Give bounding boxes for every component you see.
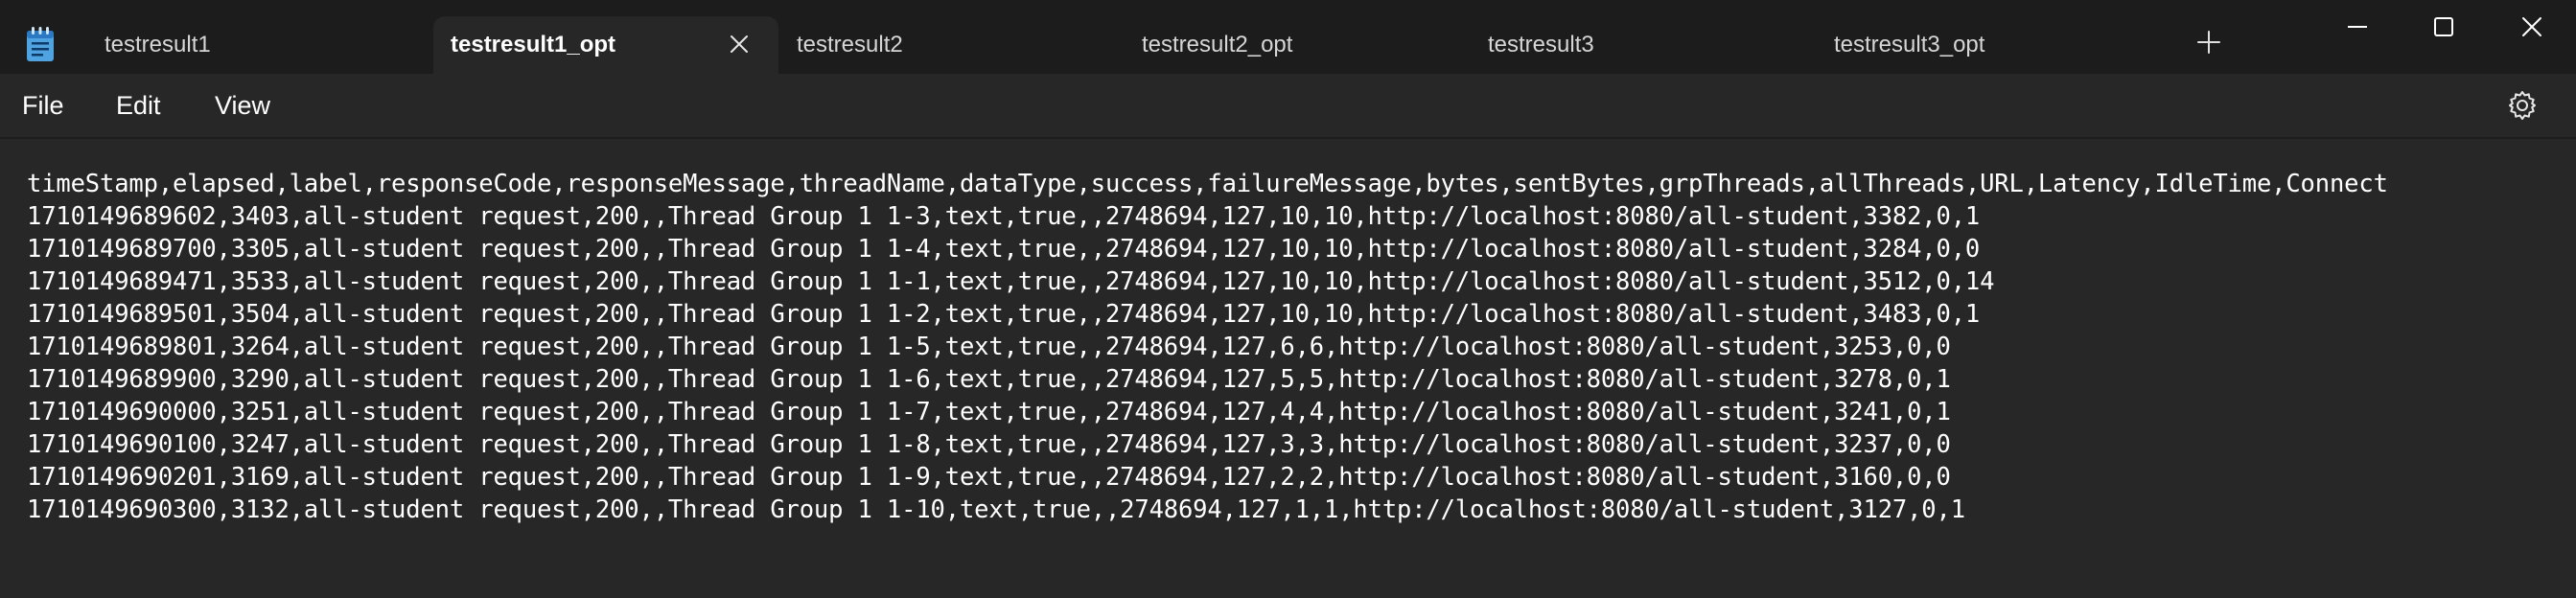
tab-testresult2-opt[interactable]: testresult2_opt [1126, 16, 1471, 74]
menu-bar: File Edit View [0, 74, 2576, 139]
minimize-icon[interactable] [2340, 10, 2375, 44]
close-icon[interactable] [727, 32, 752, 57]
menu-view[interactable]: View [215, 91, 270, 121]
close-icon[interactable] [2515, 10, 2549, 44]
notepad-window: testresult1 testresult1_opt testresult2 … [0, 0, 2576, 598]
tab-testresult1[interactable]: testresult1 [88, 16, 433, 74]
csv-data-line: 1710149689602,3403,all-student request,2… [27, 202, 1981, 231]
menu-file[interactable]: File [22, 91, 64, 121]
tab-label: testresult1 [104, 32, 211, 58]
csv-header-line: timeStamp,elapsed,label,responseCode,res… [27, 170, 2388, 198]
plus-icon[interactable] [2195, 29, 2222, 56]
notepad-icon [27, 27, 54, 61]
csv-data-line: 1710149689501,3504,all-student request,2… [27, 300, 1981, 329]
tab-label: testresult3 [1488, 32, 1594, 58]
document-lines: timeStamp,elapsed,label,responseCode,res… [27, 168, 2388, 526]
csv-data-line: 1710149689900,3290,all-student request,2… [27, 365, 1951, 394]
tab-label: testresult2 [797, 32, 903, 58]
tab-testresult1-opt[interactable]: testresult1_opt [433, 16, 778, 74]
maximize-icon[interactable] [2426, 10, 2461, 44]
menu-edit[interactable]: Edit [116, 91, 161, 121]
csv-data-line: 1710149689700,3305,all-student request,2… [27, 235, 1981, 264]
gear-icon[interactable] [2506, 89, 2539, 122]
csv-data-line: 1710149690201,3169,all-student request,2… [27, 463, 1951, 492]
text-editor[interactable]: timeStamp,elapsed,label,responseCode,res… [0, 139, 2576, 598]
csv-data-line: 1710149690000,3251,all-student request,2… [27, 398, 1951, 426]
tab-testresult3[interactable]: testresult3 [1472, 16, 1817, 74]
csv-data-line: 1710149690300,3132,all-student request,2… [27, 495, 1965, 524]
csv-data-line: 1710149689801,3264,all-student request,2… [27, 333, 1951, 361]
tab-label: testresult2_opt [1142, 32, 1293, 58]
title-bar: testresult1 testresult1_opt testresult2 … [0, 0, 2576, 74]
tab-testresult3-opt[interactable]: testresult3_opt [1818, 16, 2163, 74]
csv-data-line: 1710149690100,3247,all-student request,2… [27, 430, 1951, 459]
csv-data-line: 1710149689471,3533,all-student request,2… [27, 267, 1995, 296]
tab-testresult2[interactable]: testresult2 [779, 16, 1125, 74]
tab-label: testresult1_opt [451, 32, 616, 58]
tab-label: testresult3_opt [1834, 32, 1985, 58]
